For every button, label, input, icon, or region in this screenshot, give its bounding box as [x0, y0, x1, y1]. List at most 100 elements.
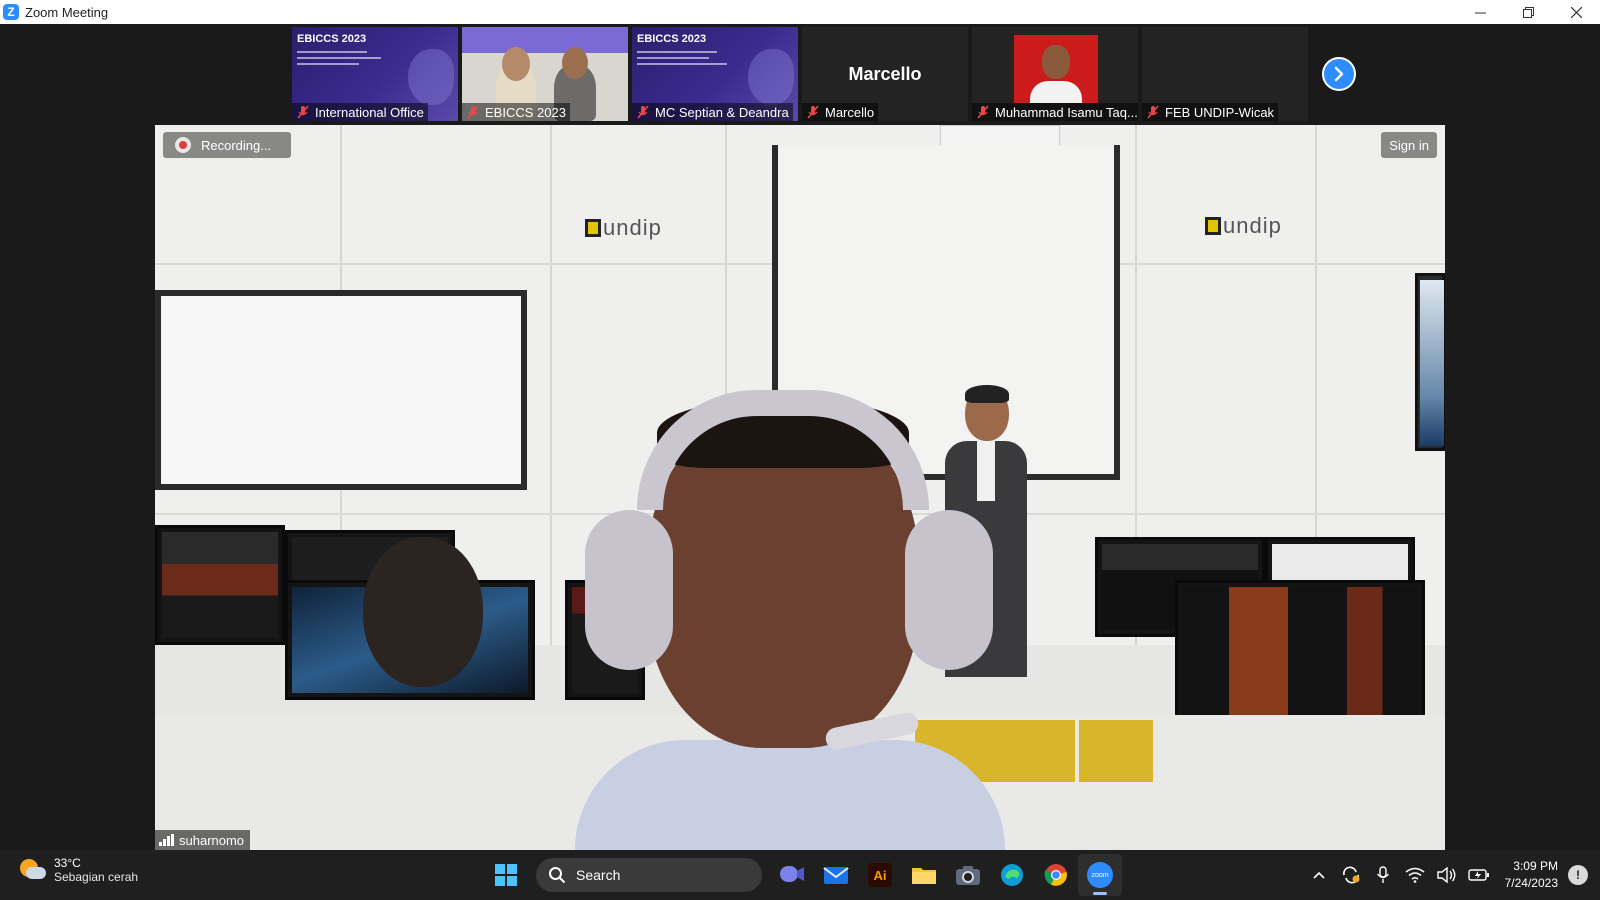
slide-title: EBICCS 2023 — [297, 33, 367, 45]
speaker-volume-icon — [1436, 867, 1456, 883]
participant-name: MC Septian & Deandra — [655, 104, 789, 120]
wall-screen — [1415, 273, 1445, 451]
system-tray: 3:09 PM 7/24/2023 ! — [1303, 850, 1600, 900]
wifi-button[interactable] — [1399, 855, 1431, 895]
participant-name-label: Marcello — [802, 103, 879, 121]
zoom-app-icon: Z — [3, 4, 19, 20]
next-page-button[interactable] — [1322, 57, 1356, 91]
taskbar-apps: Search Ai zoom — [484, 854, 1122, 896]
whiteboard — [155, 290, 527, 490]
mail-icon — [823, 867, 849, 884]
search-icon — [549, 867, 566, 884]
sync-icon — [1342, 866, 1360, 884]
partly-cloudy-icon — [18, 857, 46, 883]
microphone-button[interactable] — [1367, 855, 1399, 895]
participant-name-label: Muhammad Isamu Taq... — [972, 103, 1138, 121]
taskbar-app-chrome[interactable] — [1034, 854, 1078, 896]
notification-center-button[interactable]: ! — [1568, 865, 1588, 885]
minimize-button[interactable] — [1456, 0, 1504, 24]
notification-icon: ! — [1576, 868, 1580, 882]
mic-muted-icon — [637, 105, 649, 119]
chrome-browser-icon — [1044, 864, 1067, 886]
participant-tile-mc-septian-deandra[interactable]: EBICCS 2023 MC Septian & Deandra — [632, 27, 798, 121]
chevron-up-icon — [1313, 871, 1325, 879]
restore-button[interactable] — [1504, 0, 1552, 24]
participant-profile-photo — [1014, 35, 1098, 103]
minimize-icon — [1474, 12, 1486, 13]
active-speaker-video: undip undip Recording... Sign in suharno… — [155, 125, 1445, 850]
windows-start-icon — [495, 864, 517, 886]
taskbar-app-file-explorer[interactable] — [902, 854, 946, 896]
taskbar-app-edge[interactable] — [990, 854, 1034, 896]
speaker-in-headset — [575, 390, 1005, 850]
trading-monitor — [1175, 580, 1425, 735]
close-button[interactable] — [1552, 0, 1600, 24]
wall-logo: undip — [1205, 213, 1282, 239]
start-button[interactable] — [484, 854, 528, 896]
mic-muted-icon — [297, 105, 309, 119]
trading-monitor — [155, 525, 285, 645]
weather-description: Sebagian cerah — [54, 870, 139, 884]
weather-widget[interactable]: 33°C Sebagian cerah — [18, 856, 138, 884]
title-bar: Z Zoom Meeting — [0, 0, 1600, 24]
close-icon — [1570, 6, 1582, 18]
recording-indicator[interactable]: Recording... — [163, 132, 291, 158]
mic-muted-icon — [807, 105, 819, 119]
participant-name: FEB UNDIP-Wicak — [1165, 104, 1275, 120]
participant-name-label: International Office — [292, 103, 428, 121]
taskbar-clock[interactable]: 3:09 PM 7/24/2023 — [1505, 858, 1558, 892]
mic-muted-icon — [1147, 105, 1159, 119]
participant-name-label: FEB UNDIP-Wicak — [1142, 103, 1279, 121]
microphone-icon — [1376, 866, 1389, 883]
windows-taskbar: 33°C Sebagian cerah Search Ai zoom 3:09 … — [0, 850, 1600, 900]
clock-date: 7/24/2023 — [1504, 876, 1558, 890]
meet-app-icon — [780, 866, 804, 882]
wall-logo-text: undip — [1223, 213, 1282, 238]
search-label: Search — [576, 867, 621, 883]
wall-logo-text: undip — [603, 215, 662, 240]
show-hidden-icons-button[interactable] — [1303, 855, 1335, 895]
participant-gallery-strip: EBICCS 2023 International Office EBICCS … — [0, 24, 1600, 125]
participant-tile-ebiccs-2023[interactable]: EBICCS 2023 — [462, 27, 628, 121]
battery-charging-icon — [1467, 869, 1489, 881]
wall-logo: undip — [585, 215, 662, 241]
taskbar-search[interactable]: Search — [536, 858, 762, 892]
slide-title: EBICCS 2023 — [637, 33, 707, 45]
taskbar-app-adobe-illustrator[interactable]: Ai — [858, 854, 902, 896]
taskbar-app-meet[interactable] — [770, 854, 814, 896]
sign-in-button[interactable]: Sign in — [1381, 132, 1437, 158]
participant-name: EBICCS 2023 — [485, 104, 566, 120]
mic-muted-icon — [977, 105, 989, 119]
clock-time: 3:09 PM — [1513, 859, 1558, 873]
participant-name: Marcello — [825, 104, 875, 120]
participant-tile-muhammad-isamu[interactable]: Muhammad Isamu Taq... — [972, 27, 1138, 121]
adobe-illustrator-icon: Ai — [868, 863, 892, 887]
zoom-app-taskbar-icon: zoom — [1087, 862, 1113, 888]
battery-button[interactable] — [1463, 855, 1495, 895]
window-title: Zoom Meeting — [25, 4, 109, 20]
volume-button[interactable] — [1431, 855, 1463, 895]
participant-tile-international-office[interactable]: EBICCS 2023 International Office — [292, 27, 458, 121]
participant-tile-feb-undip-wicak[interactable]: FEB UNDIP-Wicak — [1142, 27, 1308, 121]
connection-signal-icon — [159, 834, 174, 846]
folder-icon — [912, 868, 936, 884]
mic-muted-icon — [467, 105, 479, 119]
headset — [637, 390, 929, 510]
window-controls — [1456, 0, 1600, 24]
camera-icon — [956, 866, 980, 885]
restore-icon — [1522, 6, 1534, 18]
recording-icon — [175, 137, 191, 153]
participant-name-label: MC Septian & Deandra — [632, 103, 793, 121]
wifi-icon — [1405, 867, 1425, 883]
participant-name: International Office — [315, 104, 424, 120]
weather-temperature: 33°C — [54, 856, 81, 870]
recording-label: Recording... — [201, 137, 272, 153]
taskbar-app-camera[interactable] — [946, 854, 990, 896]
speaker-name: suharnomo — [179, 832, 245, 848]
participant-tile-marcello[interactable]: Marcello Marcello — [802, 27, 968, 121]
taskbar-app-zoom[interactable]: zoom — [1078, 854, 1122, 896]
sync-status-button[interactable] — [1335, 855, 1367, 895]
taskbar-app-mail[interactable] — [814, 854, 858, 896]
participant-name: Muhammad Isamu Taq... — [995, 104, 1138, 120]
chevron-right-icon — [1334, 66, 1344, 82]
